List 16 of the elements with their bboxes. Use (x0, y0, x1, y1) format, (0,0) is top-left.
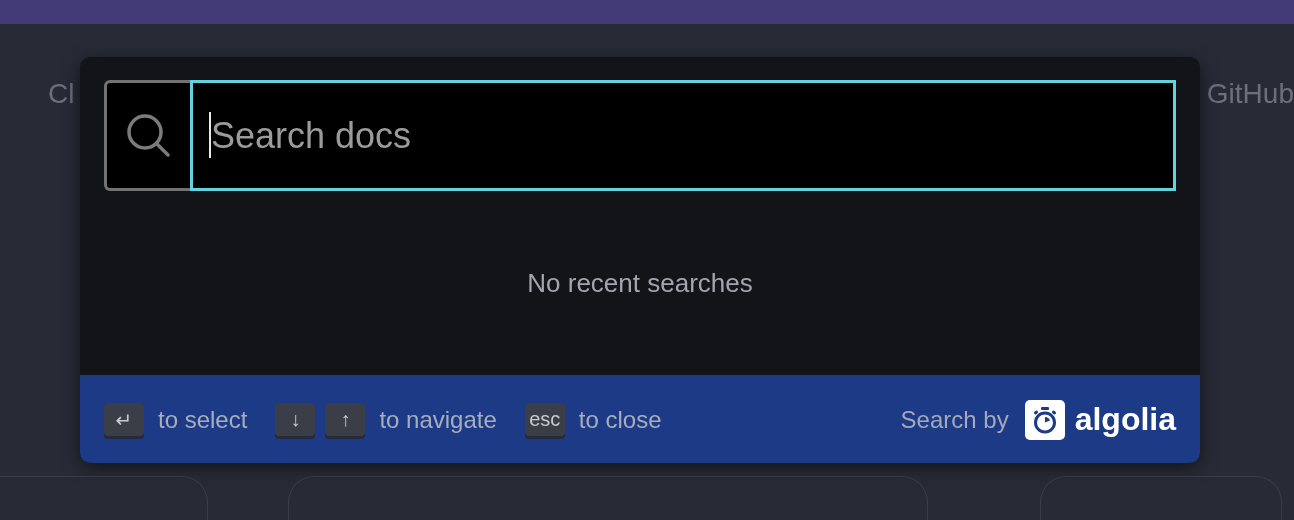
search-icon (124, 111, 173, 160)
key-cap: ↓ (275, 403, 316, 436)
stopwatch-logo-icon[interactable] (1024, 399, 1065, 440)
key-cap: ↑ (325, 403, 366, 436)
hint-label: to close (578, 405, 662, 434)
hint-label: to select (158, 405, 248, 434)
nav-link[interactable]: Cl (48, 78, 75, 110)
search-by-label: Search by (900, 405, 1009, 434)
nav-link[interactable]: GitHub (1206, 78, 1294, 110)
logo-text[interactable]: algolia (1074, 401, 1176, 438)
text-cursor (209, 112, 211, 158)
hint-label: to navigate (379, 405, 497, 434)
key-cap: ↵ (104, 403, 144, 436)
search-field[interactable]: Search docs (190, 80, 1176, 191)
key-cap: esc (524, 403, 565, 436)
empty-message: No recent searches (527, 268, 753, 300)
